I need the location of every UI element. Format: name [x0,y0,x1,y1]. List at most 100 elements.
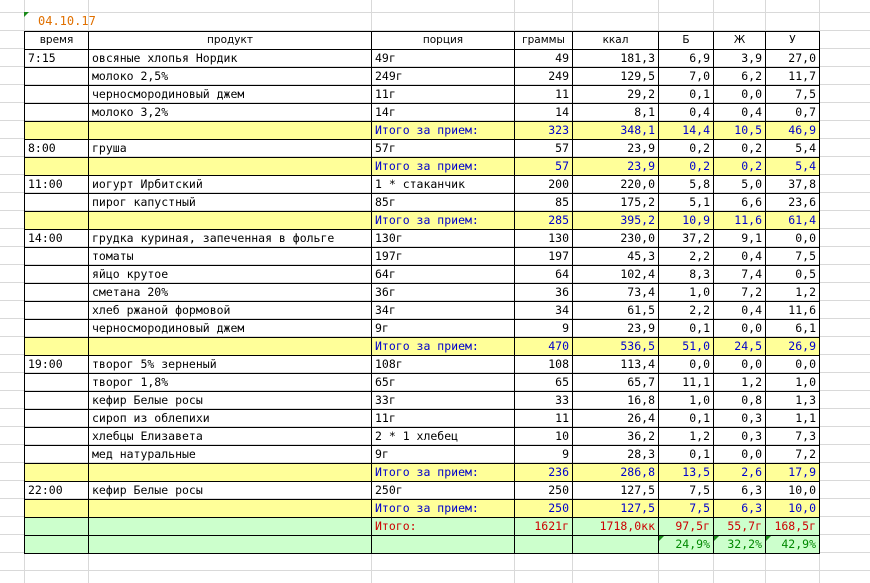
cell-time[interactable] [24,157,89,176]
cell-product[interactable] [88,337,372,356]
cell-fat[interactable]: 55,7г [713,517,766,536]
cell-product[interactable]: мед натуральные [88,445,372,464]
cell-portion[interactable]: 57г [371,139,515,158]
cell-protein[interactable]: 6,9 [658,49,714,68]
cell-time[interactable] [24,211,89,230]
cell-protein[interactable]: 24,9% [658,535,714,554]
cell-carbs[interactable]: 6,1 [765,319,820,338]
cell-portion[interactable]: 130г [371,229,515,248]
cell-grams[interactable]: 64 [514,265,573,284]
cell-fat[interactable]: 7,2 [713,283,766,302]
cell-portion[interactable]: 33г [371,391,515,410]
cell-carbs[interactable]: 0,5 [765,265,820,284]
cell-portion[interactable]: 65г [371,373,515,392]
cell-protein[interactable]: 2,2 [658,301,714,320]
cell-time[interactable] [24,445,89,464]
cell-product[interactable]: иогурт Ирбитский [88,175,372,194]
cell-fat[interactable]: 1,2 [713,373,766,392]
cell-time[interactable] [24,67,89,86]
cell-carbs[interactable]: 27,0 [765,49,820,68]
cell-portion[interactable]: Итого за прием: [371,499,515,518]
cell-protein[interactable]: 5,8 [658,175,714,194]
cell-carbs[interactable]: 7,2 [765,445,820,464]
header-product[interactable]: продукт [88,31,372,50]
cell-grams[interactable]: 10 [514,427,573,446]
cell-grams[interactable]: 33 [514,391,573,410]
cell-time[interactable] [24,427,89,446]
cell-protein[interactable]: 0,1 [658,319,714,338]
cell-carbs[interactable]: 10,0 [765,481,820,500]
header-kcal[interactable]: ккал [572,31,659,50]
cell-grams[interactable]: 236 [514,463,573,482]
cell-product[interactable]: пирог капустный [88,193,372,212]
cell-protein[interactable]: 1,0 [658,391,714,410]
cell-kcal[interactable]: 23,9 [572,139,659,158]
cell-grams[interactable]: 65 [514,373,573,392]
cell-fat[interactable]: 0,2 [713,157,766,176]
cell-kcal[interactable]: 536,5 [572,337,659,356]
header-time[interactable]: время [24,31,89,50]
cell-time[interactable] [24,499,89,518]
cell-carbs[interactable]: 7,3 [765,427,820,446]
cell-kcal[interactable]: 175,2 [572,193,659,212]
cell-grams[interactable] [514,535,573,554]
cell-grams[interactable]: 36 [514,283,573,302]
cell-grams[interactable]: 470 [514,337,573,356]
header-portion[interactable]: порция [371,31,515,50]
cell-kcal[interactable]: 127,5 [572,481,659,500]
cell-carbs[interactable]: 61,4 [765,211,820,230]
cell-grams[interactable]: 200 [514,175,573,194]
cell-kcal[interactable]: 23,9 [572,319,659,338]
cell-time[interactable] [24,283,89,302]
cell-carbs[interactable]: 11,7 [765,67,820,86]
cell-portion[interactable]: 9г [371,319,515,338]
cell-carbs[interactable]: 23,6 [765,193,820,212]
cell-time[interactable]: 8:00 [24,139,89,158]
cell-time[interactable] [24,373,89,392]
cell-kcal[interactable]: 127,5 [572,499,659,518]
cell-protein[interactable]: 7,0 [658,67,714,86]
cell-grams[interactable]: 9 [514,445,573,464]
cell-protein[interactable]: 37,2 [658,229,714,248]
cell-grams[interactable]: 285 [514,211,573,230]
cell-carbs[interactable]: 1,2 [765,283,820,302]
cell-protein[interactable]: 2,2 [658,247,714,266]
cell-carbs[interactable]: 7,5 [765,247,820,266]
cell-kcal[interactable]: 1718,0кк [572,517,659,536]
cell-carbs[interactable]: 0,7 [765,103,820,122]
cell-kcal[interactable]: 102,4 [572,265,659,284]
cell-fat[interactable]: 0,3 [713,427,766,446]
cell-portion[interactable]: Итого за прием: [371,463,515,482]
cell-kcal[interactable]: 8,1 [572,103,659,122]
cell-grams[interactable]: 108 [514,355,573,374]
cell-product[interactable] [88,535,372,554]
cell-protein[interactable]: 8,3 [658,265,714,284]
cell-kcal[interactable]: 28,3 [572,445,659,464]
cell-fat[interactable]: 0,3 [713,409,766,428]
cell-protein[interactable]: 7,5 [658,499,714,518]
header-protein[interactable]: Б [658,31,714,50]
cell-portion[interactable]: 34г [371,301,515,320]
cell-carbs[interactable]: 7,5 [765,85,820,104]
cell-protein[interactable]: 5,1 [658,193,714,212]
cell-portion[interactable]: Итого за прием: [371,337,515,356]
cell-time[interactable] [24,121,89,140]
cell-kcal[interactable]: 61,5 [572,301,659,320]
cell-fat[interactable]: 0,4 [713,301,766,320]
header-fat[interactable]: Ж [713,31,766,50]
cell-fat[interactable]: 32,2% [713,535,766,554]
cell-product[interactable]: творог 1,8% [88,373,372,392]
cell-fat[interactable]: 0,0 [713,445,766,464]
cell-product[interactable] [88,517,372,536]
cell-grams[interactable]: 57 [514,157,573,176]
cell-product[interactable]: сметана 20% [88,283,372,302]
cell-fat[interactable]: 0,4 [713,247,766,266]
cell-fat[interactable]: 5,0 [713,175,766,194]
cell-protein[interactable]: 7,5 [658,481,714,500]
cell-carbs[interactable]: 1,1 [765,409,820,428]
cell-grams[interactable]: 14 [514,103,573,122]
cell-portion[interactable]: 9г [371,445,515,464]
cell-grams[interactable]: 130 [514,229,573,248]
cell-kcal[interactable]: 23,9 [572,157,659,176]
cell-grams[interactable]: 323 [514,121,573,140]
